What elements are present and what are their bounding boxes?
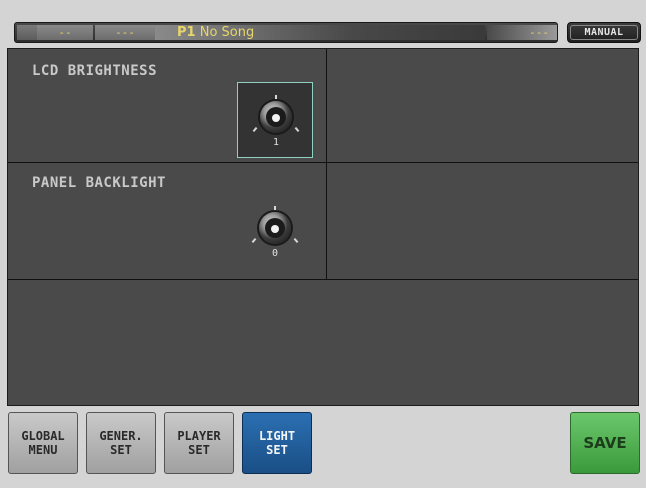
panel-backlight-knob[interactable] [259,212,291,244]
song-name: No Song [199,25,255,40]
row-divider-1 [8,162,638,163]
song-prefix: P1 [177,25,196,40]
tab-global-menu[interactable]: GLOBAL MENU [8,412,78,474]
lcd-brightness-control[interactable]: 1 [237,82,313,158]
tab-player-set[interactable]: PLAYER SET [164,412,234,474]
knob-pointer-icon [272,114,280,122]
panel-backlight-label: PANEL BACKLIGHT [32,175,166,191]
knob-pointer-icon [271,225,279,233]
status-segment-b: --- [95,25,155,40]
status-bar: -- --- P1 No Song --- MANUAL [14,22,641,43]
save-button[interactable]: SAVE [570,412,640,474]
knob-center [265,218,285,238]
status-segment-a: -- [37,25,93,40]
status-segment-start [17,25,37,40]
song-title: P1 No Song [177,24,254,41]
panel-backlight-control[interactable]: 0 [237,194,313,270]
knob-tick-top [275,95,277,100]
knob-tick-min [251,237,257,244]
row-divider-2 [8,279,638,280]
light-settings-panel: LCD BRIGHTNESS 1 PANEL BACKLIGHT 0 [7,48,639,406]
knob-tick-top [274,206,276,211]
panel-backlight-value: 0 [271,248,279,259]
tab-light-set[interactable]: LIGHT SET [242,412,312,474]
tab-general-set[interactable]: GENER. SET [86,412,156,474]
song-display[interactable]: -- --- P1 No Song --- [14,22,558,43]
lcd-brightness-knob[interactable] [260,101,292,133]
knob-tick-max [294,126,300,133]
knob-center [266,107,286,127]
knob-tick-max [293,237,299,244]
knob-tick-min [252,126,258,133]
mode-badge[interactable]: MANUAL [567,22,641,43]
lcd-brightness-label: LCD BRIGHTNESS [32,63,158,79]
column-divider [326,49,327,279]
status-segment-c: --- [487,25,557,40]
lcd-brightness-value: 1 [272,137,280,148]
